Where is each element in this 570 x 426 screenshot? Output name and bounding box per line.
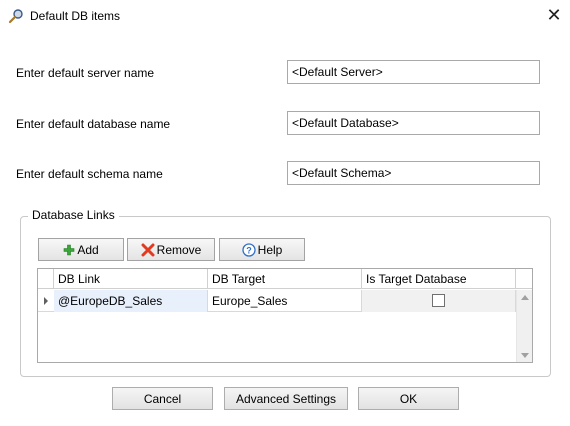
help-icon: ?	[242, 242, 256, 257]
help-button[interactable]: ? Help	[219, 238, 305, 261]
x-icon	[141, 243, 155, 256]
key-search-icon	[8, 8, 24, 24]
close-icon: ✕	[546, 4, 562, 25]
column-header-db-target[interactable]: DB Target	[208, 269, 362, 289]
database-name-input[interactable]	[287, 111, 540, 135]
column-header-is-target[interactable]: Is Target Database	[362, 269, 516, 289]
svg-text:?: ?	[246, 245, 252, 255]
help-button-label: Help	[257, 242, 283, 257]
is-target-checkbox[interactable]	[432, 294, 445, 307]
add-button-label: Add	[77, 242, 99, 257]
cell-db-link[interactable]: @EuropeDB_Sales	[54, 290, 208, 312]
scroll-down-button[interactable]	[517, 348, 532, 362]
vertical-scrollbar[interactable]	[516, 290, 532, 362]
remove-button[interactable]: Remove	[127, 238, 215, 261]
database-name-label: Enter default database name	[16, 117, 171, 131]
table-row: @EuropeDB_Sales Europe_Sales	[38, 290, 516, 312]
title-bar: Default DB items ✕	[0, 0, 570, 32]
schema-name-label: Enter default schema name	[16, 167, 163, 181]
window-title: Default DB items	[30, 9, 121, 23]
schema-name-input[interactable]	[287, 161, 540, 185]
advanced-settings-button[interactable]: Advanced Settings	[224, 387, 348, 410]
column-header-db-link[interactable]: DB Link	[54, 269, 208, 289]
database-links-title: Database Links	[28, 208, 119, 222]
cell-db-target[interactable]: Europe_Sales	[208, 290, 362, 312]
scroll-up-button[interactable]	[517, 290, 532, 304]
database-links-grid: DB Link DB Target Is Target Database @Eu…	[37, 268, 533, 363]
server-name-label: Enter default server name	[16, 66, 155, 80]
arrow-up-icon	[521, 294, 529, 300]
row-header-corner	[38, 269, 54, 289]
close-button[interactable]: ✕	[540, 3, 568, 27]
remove-button-label: Remove	[156, 242, 202, 257]
ok-button[interactable]: OK	[358, 387, 459, 410]
server-name-input[interactable]	[287, 60, 540, 84]
add-button[interactable]: Add	[38, 238, 124, 261]
grid-header: DB Link DB Target Is Target Database	[38, 269, 532, 289]
arrow-down-icon	[521, 352, 529, 358]
cancel-button[interactable]: Cancel	[112, 387, 213, 410]
plus-icon	[64, 244, 75, 255]
